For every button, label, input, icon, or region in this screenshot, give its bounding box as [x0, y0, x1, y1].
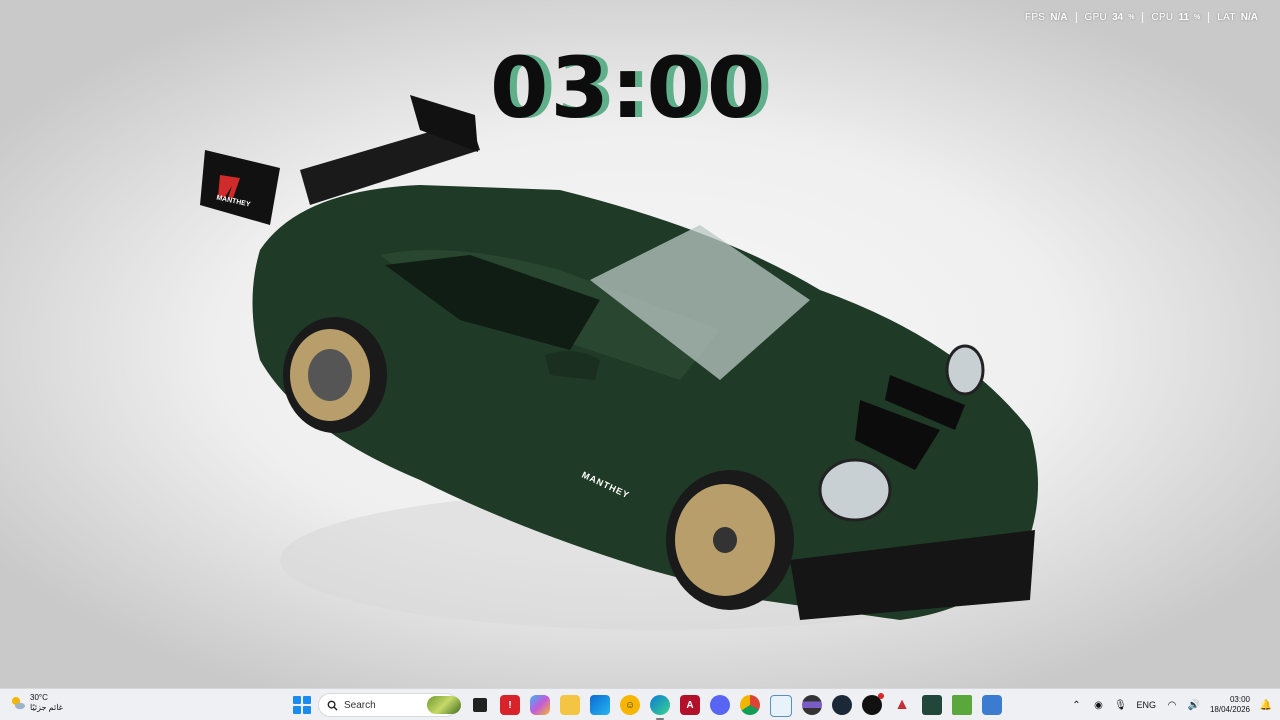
microphone-icon[interactable]: 🎙: [1114, 699, 1127, 711]
wifi-icon[interactable]: ◠: [1166, 699, 1178, 711]
store-icon[interactable]: [590, 695, 610, 715]
lat-value: N/A: [1240, 12, 1258, 23]
emoji-icon[interactable]: ☺: [620, 695, 640, 715]
desktop-wallpaper: MANTHEY MANTHEY 03:00 03:00 FPS N/A GPU …: [0, 0, 1280, 688]
steam-icon[interactable]: [832, 695, 852, 715]
cpu-percent-sign: %: [1194, 14, 1201, 21]
weather-temp: 30°C: [30, 693, 48, 702]
partly-cloudy-icon: [10, 695, 26, 711]
cpu-label: CPU: [1151, 12, 1174, 23]
volume-icon[interactable]: 🔊: [1188, 699, 1200, 711]
gpu-label: GPU: [1084, 12, 1108, 23]
search-icon: [327, 700, 338, 711]
app-icon[interactable]: !: [500, 695, 520, 715]
desktop-clock: 03:00 03:00: [490, 46, 800, 130]
folder-icon[interactable]: [560, 695, 580, 715]
search-placeholder: Search: [344, 699, 376, 711]
copilot-icon[interactable]: [530, 695, 550, 715]
gpu-stat: GPU 34%: [1075, 12, 1143, 23]
tray-app-icon[interactable]: ◉: [1092, 699, 1104, 711]
excel-icon[interactable]: [922, 695, 942, 715]
language-indicator[interactable]: ENG: [1136, 700, 1156, 710]
fps-value: N/A: [1050, 12, 1068, 23]
search-box[interactable]: Search: [318, 693, 461, 717]
github-icon[interactable]: [862, 693, 884, 715]
taskbar: 30°C غائم جزئيًا Search ! ☺ A ▲ ⌃ ◉ 🎙 EN…: [0, 688, 1280, 720]
start-button[interactable]: [293, 696, 311, 714]
notification-icon[interactable]: 🔔: [1260, 699, 1272, 711]
tray-time: 03:00: [1229, 695, 1250, 704]
cpu-value: 11: [1178, 12, 1190, 23]
performance-overlay: FPS N/A GPU 34% CPU 11% LAT N/A: [1017, 12, 1266, 23]
minecraft-icon[interactable]: [952, 695, 972, 715]
cpu-stat: CPU 11%: [1142, 12, 1208, 23]
pinned-apps: ! ☺ A ▲: [470, 693, 1002, 720]
weather-widget[interactable]: 30°C غائم جزئيًا: [10, 693, 63, 713]
affinity-icon[interactable]: ▲: [892, 695, 912, 715]
fps-label: FPS: [1024, 12, 1046, 23]
acrobat-icon[interactable]: A: [680, 695, 700, 715]
terminal-icon[interactable]: [473, 698, 487, 712]
system-tray: ⌃ ◉ 🎙 ENG ◠ 🔊 03:00 18/04/2026 🔔: [1070, 689, 1272, 720]
tray-date: 18/04/2026: [1209, 705, 1250, 714]
media-icon[interactable]: [802, 695, 822, 715]
clock-tray[interactable]: 03:00 18/04/2026: [1210, 695, 1250, 715]
lat-stat: LAT N/A: [1208, 12, 1266, 23]
weather-desc: غائم جزئيًا: [30, 703, 63, 712]
chrome-icon[interactable]: [740, 695, 760, 715]
gpu-percent-sign: %: [1128, 14, 1135, 21]
search-highlight-image: [427, 696, 461, 714]
chevron-up-icon[interactable]: ⌃: [1070, 699, 1082, 711]
gpu-value: 34: [1112, 12, 1124, 23]
snip-icon[interactable]: [770, 695, 792, 717]
discord-icon[interactable]: [710, 695, 730, 715]
lat-label: LAT: [1217, 12, 1236, 23]
fox-icon[interactable]: [982, 695, 1002, 715]
edge-icon[interactable]: [650, 695, 670, 720]
fps-stat: FPS N/A: [1017, 12, 1076, 23]
clock-text: 03:00: [490, 39, 768, 137]
